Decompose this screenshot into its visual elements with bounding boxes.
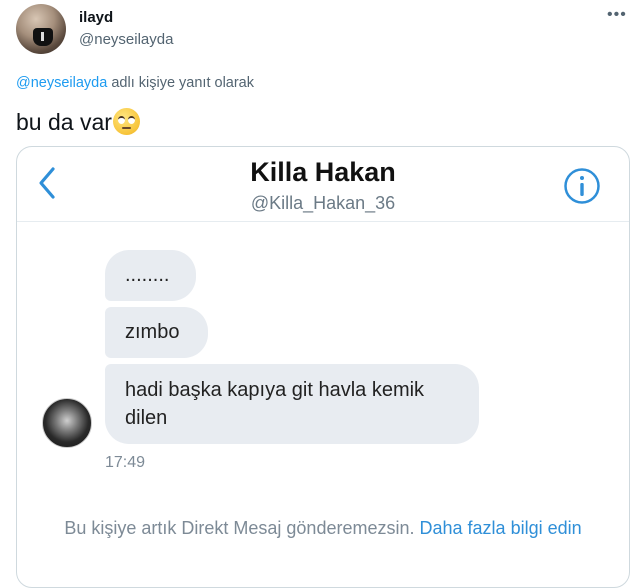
author-display-name[interactable]: ilayd: [79, 9, 113, 26]
message-timestamp: 17:49: [105, 454, 146, 471]
message-bubble: zımbo: [105, 307, 208, 358]
notice-text: Bu kişiye artık Direkt Mesaj gönderemezs…: [64, 518, 415, 538]
author-avatar[interactable]: [16, 4, 66, 54]
message-bubble: hadi başka kapıya git havla kemik dilen: [105, 364, 479, 444]
dm-blocked-notice: Bu kişiye artık Direkt Mesaj gönderemezs…: [17, 515, 629, 541]
reply-context-text: adlı kişiye yanıt olarak: [111, 75, 254, 91]
message-bubble: ........: [105, 250, 196, 301]
dm-header: Killa Hakan @Killa_Hakan_36: [17, 147, 629, 222]
tweet-body: bu da var: [16, 109, 112, 135]
eye-roll-emoji-icon: [112, 108, 140, 135]
learn-more-link: Daha fazla bilgi edin: [419, 518, 582, 538]
dm-contact-name: Killa Hakan: [250, 157, 396, 187]
more-dots-icon[interactable]: •••: [607, 6, 627, 24]
dm-contact-handle: @Killa_Hakan_36: [250, 193, 396, 213]
reply-context: @neyseilayda adlı kişiye yanıt olarak: [16, 75, 254, 91]
tweet-media-image[interactable]: Killa Hakan @Killa_Hakan_36 ........ zım…: [16, 146, 630, 588]
author-handle[interactable]: @neyseilayda: [79, 31, 173, 48]
info-icon: [564, 168, 600, 204]
reply-mention-link[interactable]: @neyseilayda: [16, 75, 107, 91]
tweet-text: bu da var: [16, 108, 140, 136]
sender-avatar: [42, 398, 92, 448]
